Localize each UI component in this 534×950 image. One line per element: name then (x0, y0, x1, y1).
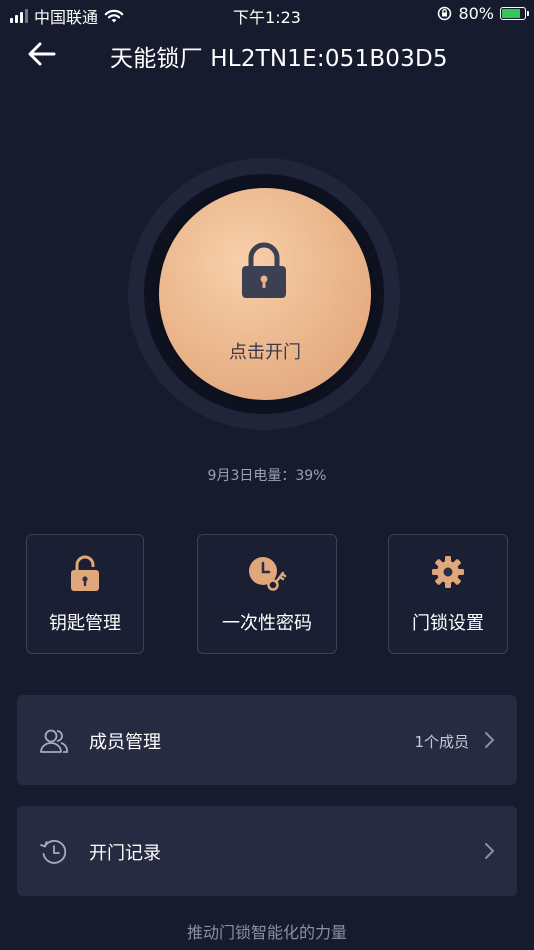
tile-lock-settings[interactable]: 门锁设置 (388, 534, 508, 654)
tile-lock-settings-label: 门锁设置 (412, 613, 484, 634)
tile-one-time-password[interactable]: 一次性密码 (197, 534, 337, 654)
tile-one-time-password-label: 一次性密码 (222, 613, 312, 634)
history-icon (40, 839, 67, 864)
battery-icon (500, 7, 529, 20)
unlock-button[interactable]: 点击开门 (159, 188, 371, 400)
member-management-label: 成员管理 (89, 732, 161, 753)
unlock-label: 点击开门 (229, 342, 301, 363)
lock-battery-info: 9月3日电量：39% (207, 468, 327, 484)
lock-icon (242, 242, 286, 298)
clock-key-icon (249, 557, 287, 591)
footer-slogan: 推动门锁智能化的力量 (186, 923, 347, 942)
chevron-right-icon (485, 843, 495, 859)
members-icon (40, 729, 68, 753)
tile-key-management[interactable]: 钥匙管理 (26, 534, 144, 654)
page-title: 天能锁厂 HL2TN1E:051B03D5 (110, 46, 448, 72)
unlock-history-row[interactable]: 开门记录 (17, 806, 517, 896)
chevron-right-icon (485, 732, 495, 748)
status-bar: 中国联通 下午1:23 80% (0, 0, 534, 28)
orientation-lock-icon (438, 6, 452, 21)
unlock-history-label: 开门记录 (89, 843, 161, 864)
back-arrow-icon[interactable] (24, 38, 60, 70)
battery-percent: 80% (458, 4, 494, 23)
padlock-icon (71, 555, 99, 591)
member-count: 1个成员 (414, 733, 469, 751)
tile-key-management-label: 钥匙管理 (49, 613, 121, 634)
nav-bar: 天能锁厂 HL2TN1E:051B03D5 (0, 30, 534, 78)
member-management-row[interactable]: 成员管理 1个成员 (17, 695, 517, 785)
gear-icon (432, 556, 464, 588)
